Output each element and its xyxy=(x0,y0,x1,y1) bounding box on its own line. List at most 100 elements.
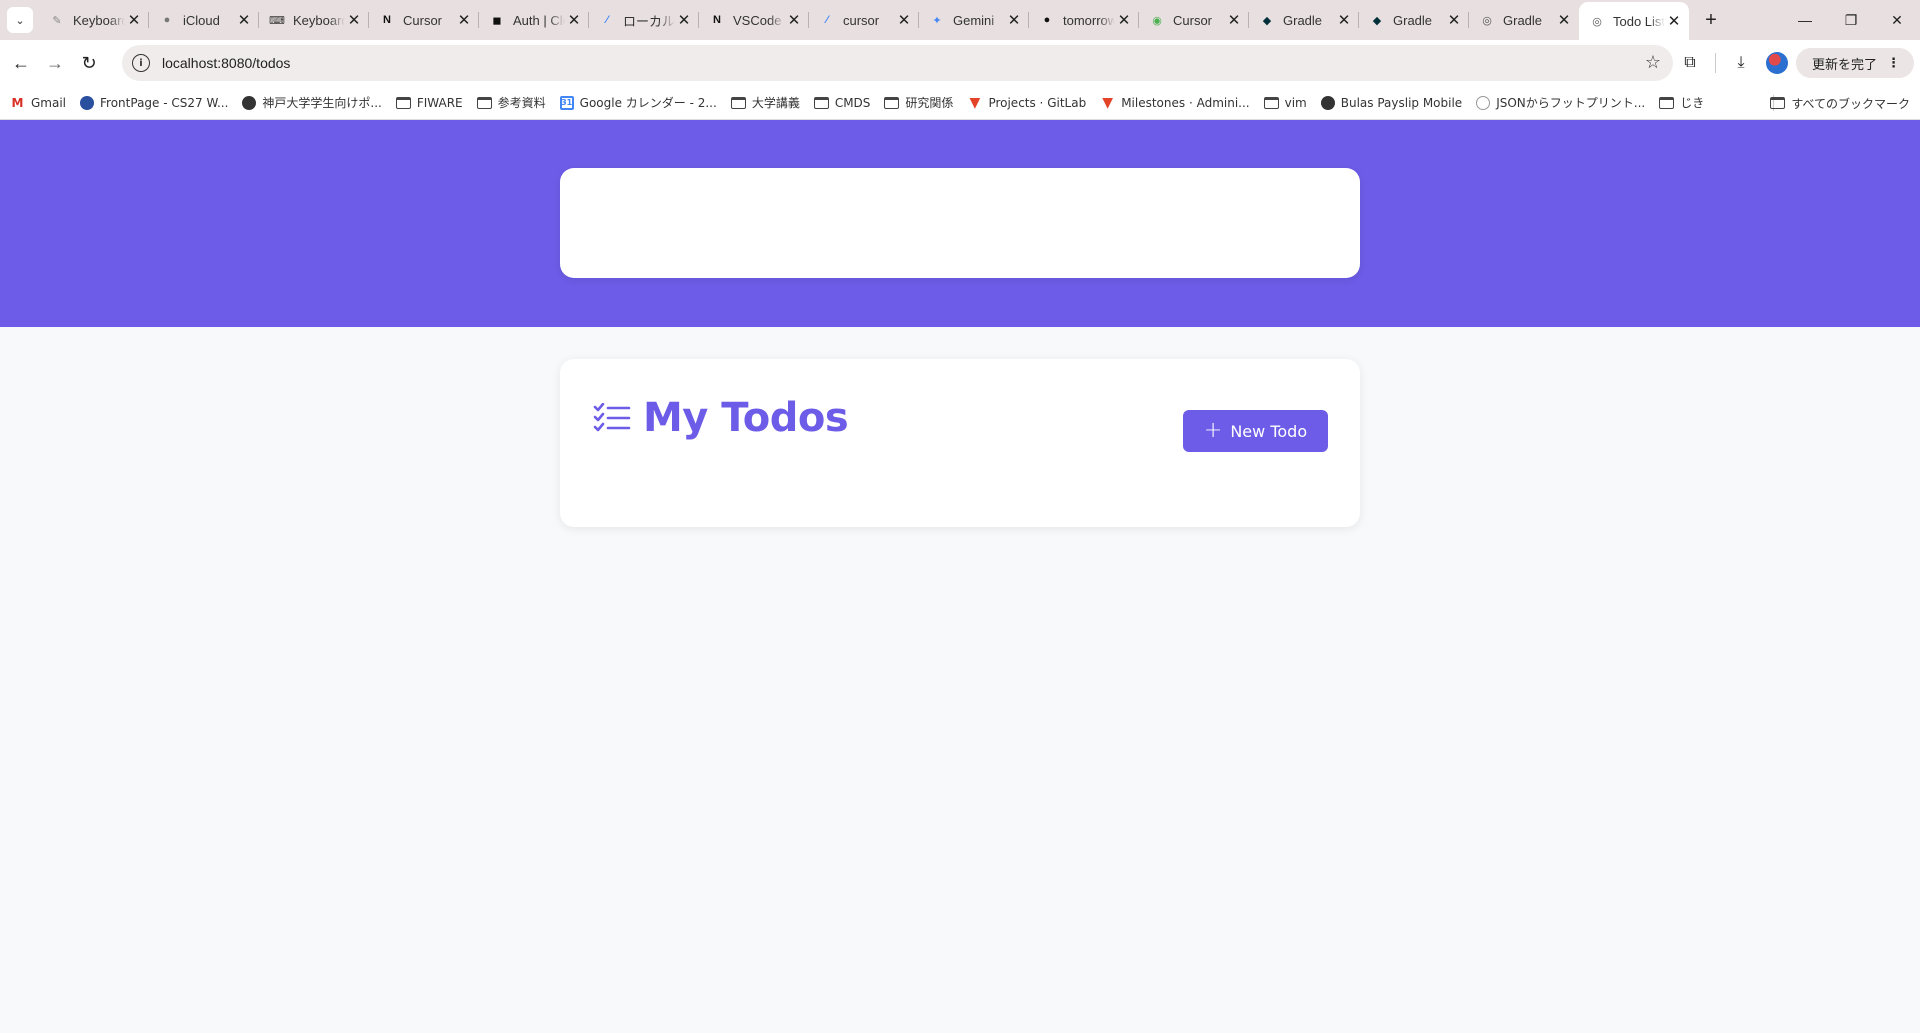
tab-list: ✎ Keyboard ✕ ● iCloud ✕ ⌨ Keyboard ✕ N Cursor ✕ ◼ Aut… xyxy=(39,0,1725,40)
bookmark-item[interactable]: 神戸大学学生向けポ... xyxy=(242,94,382,111)
url-text[interactable]: localhost:8080/todos xyxy=(162,55,290,71)
gitlab-icon: ▼ xyxy=(969,94,981,111)
tab-10[interactable]: ● tomorrow ✕ xyxy=(1029,0,1139,40)
bookmark-item[interactable]: 31 Google カレンダー - 2... xyxy=(559,94,717,111)
bookmark-item[interactable]: CMDS xyxy=(813,95,871,110)
profile-avatar[interactable] xyxy=(1765,52,1788,74)
bookmark-label: Milestones · Admini... xyxy=(1121,95,1250,110)
site-info-icon[interactable]: i xyxy=(132,54,150,72)
bookmark-item[interactable]: vim xyxy=(1263,96,1307,110)
tab-close-icon[interactable]: ✕ xyxy=(125,11,143,29)
tab-close-icon[interactable]: ✕ xyxy=(1005,11,1023,29)
extensions-icon[interactable]: ⧉ xyxy=(1673,46,1707,80)
folder-icon xyxy=(1659,96,1675,109)
all-bookmarks-button[interactable]: すべてのブックマーク xyxy=(1770,86,1910,120)
tab-search-button[interactable]: ⌄ xyxy=(7,7,33,33)
tab-6[interactable]: ⁄ ローカル ✕ xyxy=(589,0,699,40)
tab-5[interactable]: ◼ Auth | Clerk✕ xyxy=(479,0,589,40)
page-heading: My Todos xyxy=(593,395,849,441)
tab-title: tomorrow xyxy=(1063,12,1115,28)
tab-11[interactable]: ◉ Cursor ✕ xyxy=(1139,0,1249,40)
update-button[interactable]: 更新を完了 ⋮ xyxy=(1795,48,1914,78)
tab-1[interactable]: ✎ Keyboard ✕ xyxy=(39,0,149,40)
tab-close-icon[interactable]: ✕ xyxy=(455,11,473,29)
tab-title: Cursor xyxy=(1173,12,1213,28)
tab-4[interactable]: N Cursor ✕ xyxy=(369,0,479,40)
bookmarks-bar: M Gmail FrontPage - CS27 W... 神戸大学学生向けポ... F… xyxy=(0,86,1920,120)
new-tab-button[interactable]: + xyxy=(1697,6,1725,34)
folder-icon xyxy=(884,96,900,109)
frontpage-icon xyxy=(80,95,95,110)
mac-icon: ✎ xyxy=(52,14,62,27)
tab-8[interactable]: ⁄ cursor ✕ xyxy=(809,0,919,40)
tab-title: Cursor xyxy=(403,12,443,28)
tab-3[interactable]: ⌨ Keyboard ✕ xyxy=(259,0,369,40)
tab-12[interactable]: ◆ Gradle ✕ xyxy=(1249,0,1359,40)
tab-14[interactable]: ◎ Gradle ✕ xyxy=(1469,0,1579,40)
bookmark-label: 大学講義 xyxy=(751,96,800,110)
bookmark-item[interactable]: JSONからフットプリント... xyxy=(1476,94,1645,111)
all-bookmarks-label: すべてのブックマーク xyxy=(1791,96,1910,111)
back-button[interactable]: ← xyxy=(4,46,38,80)
menu-dots-icon[interactable]: ⋮ xyxy=(1887,56,1900,71)
window-controls: — ❐ ✕ xyxy=(1782,0,1920,40)
minimize-button[interactable]: — xyxy=(1782,0,1828,40)
tab-title: Keyboard xyxy=(293,12,345,28)
globe-icon xyxy=(1320,95,1335,110)
bookmark-item[interactable]: 参考資料 xyxy=(476,94,546,111)
download-icon[interactable]: ⤓ xyxy=(1724,46,1758,80)
tab-close-icon[interactable]: ✕ xyxy=(235,11,253,29)
tab-close-icon[interactable]: ✕ xyxy=(1335,11,1353,29)
tab-close-icon[interactable]: ✕ xyxy=(895,11,913,29)
tab-close-icon[interactable]: ✕ xyxy=(1445,11,1463,29)
tab-15[interactable]: ◎ Todo List ✕ xyxy=(1579,2,1689,40)
bookmark-item[interactable]: FIWARE xyxy=(395,96,463,110)
bookmark-item[interactable]: ▼ Projects · GitLab xyxy=(967,94,1087,111)
tab-close-icon[interactable]: ✕ xyxy=(565,11,583,29)
window-close-button[interactable]: ✕ xyxy=(1874,0,1920,40)
bookmark-label: Projects · GitLab xyxy=(988,95,1087,110)
google-calendar-icon: 31 xyxy=(559,95,574,110)
tab-title: Todo List xyxy=(1613,13,1665,29)
browser-toolbar: ← → ↻ i localhost:8080/todos ☆ ⧉ ⤓ 更新を完了… xyxy=(0,40,1920,86)
tab-close-icon[interactable]: ✕ xyxy=(345,11,363,29)
tab-title: cursor xyxy=(843,12,880,28)
slash-icon: ⁄ xyxy=(826,14,828,26)
bookmark-label: Gmail xyxy=(31,95,67,110)
bookmark-item[interactable]: FrontPage - CS27 W... xyxy=(80,95,228,110)
bookmark-item[interactable]: 研究関係 xyxy=(884,94,953,111)
tab-13[interactable]: ◆ Gradle ✕ xyxy=(1359,0,1469,40)
new-todo-button[interactable]: + New Todo xyxy=(1183,410,1328,452)
hero-card xyxy=(560,168,1360,278)
tab-9[interactable]: ✦ Gemini ✕ xyxy=(919,0,1029,40)
bookmark-label: じき xyxy=(1680,96,1705,110)
forward-button[interactable]: → xyxy=(38,46,72,80)
tab-close-icon[interactable]: ✕ xyxy=(1115,11,1133,29)
bookmark-label: 神戸大学学生向けポ... xyxy=(262,96,382,110)
bookmark-item[interactable]: M Gmail xyxy=(10,95,67,110)
bookmark-item[interactable]: 大学講義 xyxy=(730,94,800,111)
bookmark-item[interactable]: ▼ Milestones · Admini... xyxy=(1100,95,1250,111)
hero-banner xyxy=(0,120,1920,327)
notion-icon: N xyxy=(713,14,721,26)
tab-close-icon[interactable]: ✕ xyxy=(675,11,693,29)
tab-2[interactable]: ● iCloud ✕ xyxy=(149,0,259,40)
restore-button[interactable]: ❐ xyxy=(1828,0,1874,40)
toolbar-right: ⧉ ⤓ 更新を完了 ⋮ xyxy=(1673,40,1920,86)
folder-icon xyxy=(813,96,829,109)
folder-icon xyxy=(1770,97,1786,109)
bookmark-label: CMDS xyxy=(834,95,871,110)
bookmark-label: 参考資料 xyxy=(497,96,546,110)
tab-close-icon[interactable]: ✕ xyxy=(1665,12,1683,30)
address-bar[interactable]: i localhost:8080/todos ☆ xyxy=(122,45,1673,81)
tab-close-icon[interactable]: ✕ xyxy=(1555,11,1573,29)
bookmark-item[interactable]: じき xyxy=(1659,94,1704,111)
tab-close-icon[interactable]: ✕ xyxy=(785,11,803,29)
reload-button[interactable]: ↻ xyxy=(72,46,106,80)
tab-7[interactable]: N VSCode ✕ xyxy=(699,0,809,40)
gradle-icon: ◆ xyxy=(1372,14,1382,27)
bookmark-label: Google カレンダー - 2... xyxy=(579,96,717,110)
bookmark-star-icon[interactable]: ☆ xyxy=(1645,52,1661,73)
bookmark-item[interactable]: Bulas Payslip Mobile xyxy=(1320,95,1462,110)
tab-close-icon[interactable]: ✕ xyxy=(1225,11,1243,29)
